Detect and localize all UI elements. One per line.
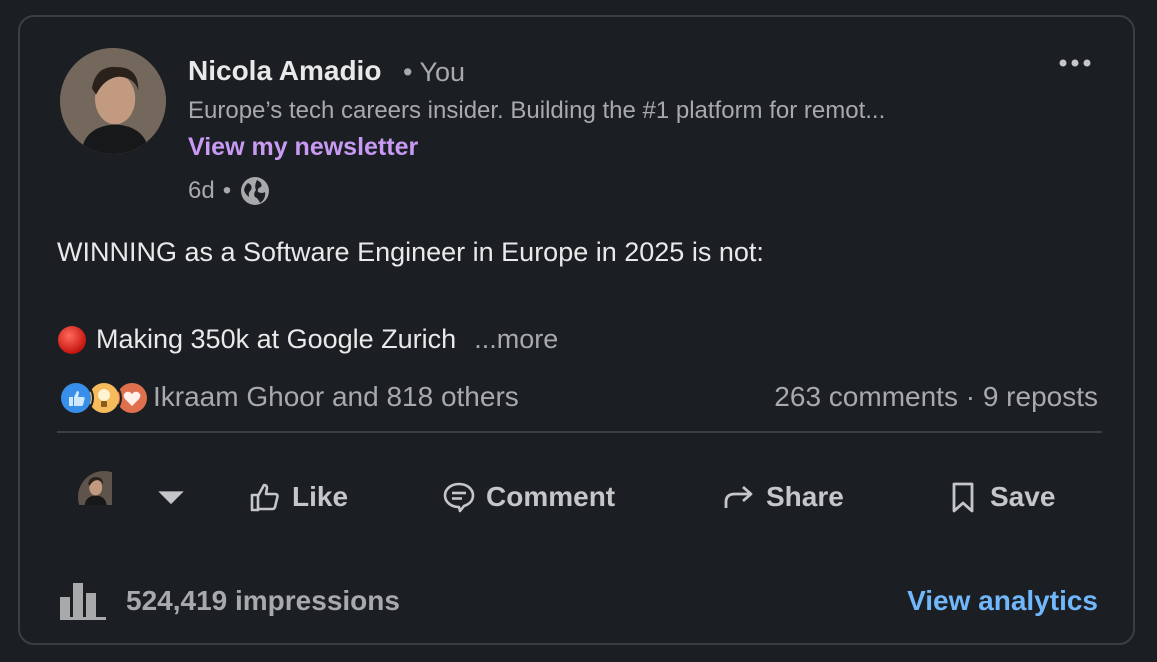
save-button[interactable]: Save: [946, 462, 1055, 532]
post-age: 6d: [188, 177, 215, 204]
post-body-bullet: Making 350k at Google Zurich ...more: [57, 324, 558, 355]
post-card: Nicola Amadio • You Europe’s tech career…: [18, 15, 1135, 645]
like-icon: [58, 380, 94, 416]
thumbs-up-icon: [250, 483, 279, 512]
like-button[interactable]: Like: [248, 462, 348, 532]
comment-button[interactable]: Comment: [442, 462, 615, 532]
globe-icon: [241, 177, 270, 205]
divider: [57, 431, 1102, 433]
actor-avatar: [78, 471, 130, 523]
author-avatar[interactable]: [60, 48, 166, 154]
reactor-switch[interactable]: [78, 462, 188, 532]
red-circle-icon: [58, 325, 86, 354]
bookmark-icon: [952, 482, 974, 513]
reaction-icons[interactable]: [58, 380, 150, 416]
chevron-down-icon: [158, 491, 184, 505]
bar-chart-icon: [60, 583, 106, 620]
actor-photo: [78, 471, 112, 505]
share-label: Share: [766, 481, 844, 512]
see-more-link[interactable]: ...more: [474, 324, 558, 355]
post-meta: 6d •: [188, 175, 271, 207]
action-bar: Like Comment Share Save: [20, 462, 1133, 532]
more-options-icon[interactable]: [1055, 49, 1095, 77]
author-headline: Europe’s tech careers insider. Building …: [188, 97, 886, 124]
author-name[interactable]: Nicola Amadio: [188, 55, 381, 87]
comment-icon: [443, 482, 475, 513]
post-body-text: Making 350k at Google Zurich: [96, 324, 457, 354]
view-analytics-link[interactable]: View analytics: [907, 585, 1098, 617]
meta-separator: •: [222, 177, 232, 204]
share-button[interactable]: Share: [722, 462, 844, 532]
comment-label: Comment: [486, 481, 616, 512]
save-label: Save: [990, 481, 1056, 512]
author-relation: • You: [403, 57, 466, 87]
share-arrow-icon: [724, 485, 753, 508]
newsletter-link[interactable]: View my newsletter: [188, 133, 418, 162]
impressions-count: 524,419 impressions: [126, 585, 400, 616]
reactors-text[interactable]: Ikraam Ghoor and 818 others: [153, 381, 519, 413]
post-body-line: WINNING as a Software Engineer in Europe…: [57, 237, 764, 267]
comments-reposts[interactable]: 263 comments · 9 reposts: [774, 381, 1098, 413]
like-label: Like: [292, 481, 349, 512]
author-photo: [60, 48, 166, 154]
